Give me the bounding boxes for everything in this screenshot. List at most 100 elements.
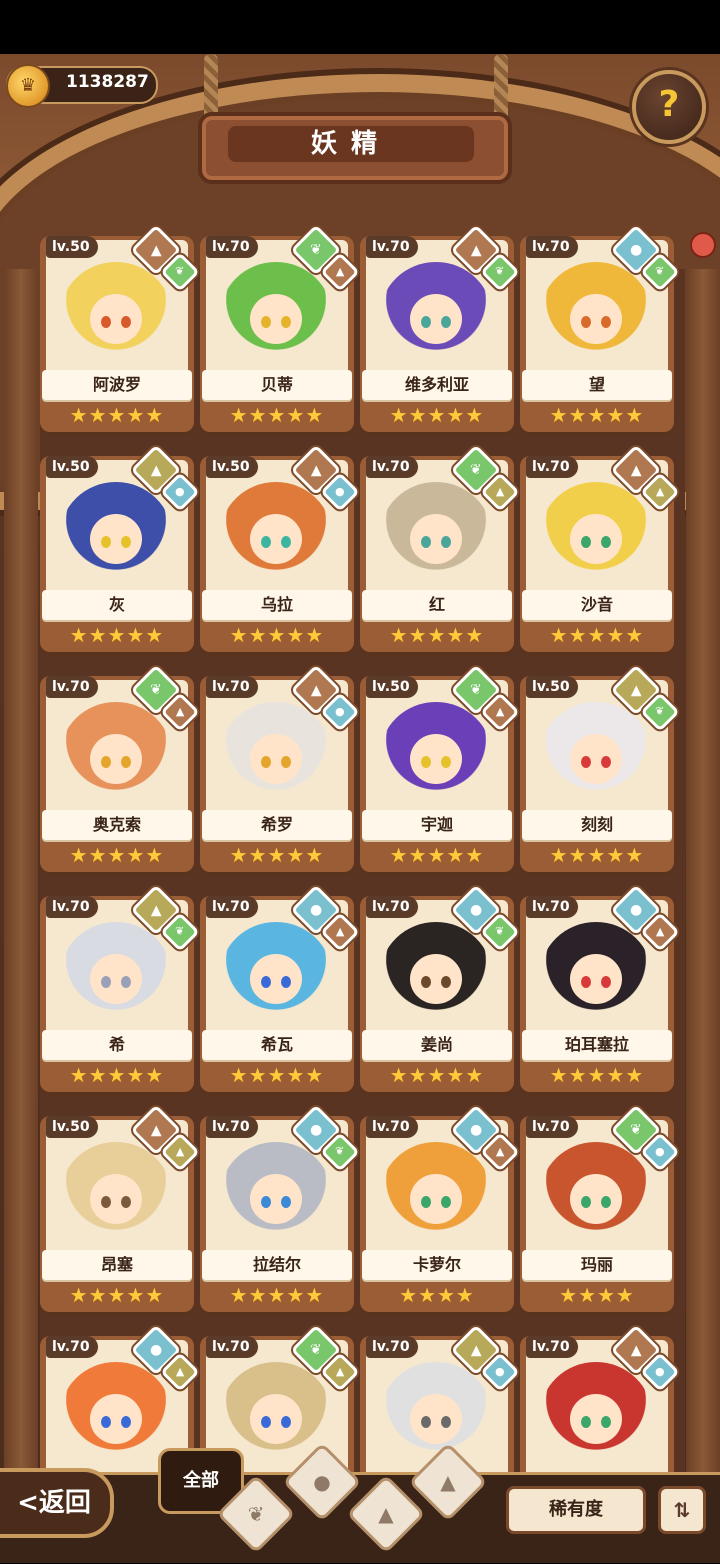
star-rating: ★★★★	[399, 1283, 475, 1307]
level-badge: lv.70	[366, 236, 418, 258]
fairy-card[interactable]: lv.70 ▲ ❦ 维多利亚 ★★★★★	[360, 224, 520, 432]
fairy-card[interactable]: lv.50 ▲ ▲ 昂塞 ★★★★★	[40, 1104, 200, 1312]
fairy-card[interactable]: lv.50 ▲ ● 灰 ★★★★★	[40, 444, 200, 652]
fairy-card[interactable]: lv.70 ▲ ❦ 希 ★★★★★	[40, 884, 200, 1092]
fairy-eye	[281, 1416, 291, 1428]
fairy-name: 珀耳塞拉	[522, 1030, 672, 1060]
rarity-sort-button[interactable]: 稀有度	[506, 1486, 646, 1534]
fairy-portrait	[380, 922, 492, 1030]
fairy-face	[570, 1174, 622, 1224]
fairy-portrait	[220, 482, 332, 590]
star-rating: ★★★★★	[229, 843, 325, 867]
fairy-name: 昂塞	[42, 1250, 192, 1280]
level-badge: lv.50	[46, 1116, 98, 1138]
fairy-portrait	[60, 262, 172, 370]
fairy-face	[570, 294, 622, 344]
fairy-portrait	[380, 482, 492, 590]
fairy-eye	[441, 316, 451, 328]
notification-dot	[690, 232, 716, 258]
level-badge: lv.50	[46, 456, 98, 478]
level-badge: lv.50	[526, 676, 578, 698]
fairy-eye	[121, 1196, 131, 1208]
fairy-face	[410, 954, 462, 1004]
fairy-eye	[261, 756, 271, 768]
fairy-eye	[281, 536, 291, 548]
fairy-face	[90, 1174, 142, 1224]
fairy-card[interactable]: lv.50 ▲ ❦ 刻刻 ★★★★★	[520, 664, 680, 872]
fairy-card[interactable]: lv.70 ● ▲ 希瓦 ★★★★★	[200, 884, 360, 1092]
star-rating: ★★★★★	[69, 623, 165, 647]
star-rating: ★★★★★	[549, 403, 645, 427]
fairy-name: 拉结尔	[202, 1250, 352, 1280]
fairy-face	[410, 734, 462, 784]
fairy-card[interactable]: lv.70 ● ❦ 望 ★★★★★	[520, 224, 680, 432]
fairy-portrait	[60, 482, 172, 590]
fairy-card[interactable]: lv.70 ❦ ▲ 贝蒂 ★★★★★	[200, 224, 360, 432]
level-badge: lv.70	[366, 456, 418, 478]
fairy-eye	[101, 536, 111, 548]
fairy-name: 沙音	[522, 590, 672, 620]
fairy-face	[410, 1394, 462, 1444]
fairy-portrait	[380, 262, 492, 370]
fairy-card[interactable]: lv.70 ● ▲ 卡萝尔 ★★★★	[360, 1104, 520, 1312]
fairy-face	[250, 1174, 302, 1224]
fairy-eye	[261, 976, 271, 988]
back-button[interactable]: <返回	[0, 1468, 114, 1538]
fairy-card[interactable]: lv.70 ▲ ▲ 沙音 ★★★★★	[520, 444, 680, 652]
fairy-eye	[581, 1416, 591, 1428]
fairy-name: 奥克索	[42, 810, 192, 840]
level-badge: lv.70	[526, 1116, 578, 1138]
fairy-card[interactable]: lv.70 ▲ ● 希罗 ★★★★★	[200, 664, 360, 872]
fairy-eye	[601, 316, 611, 328]
fairy-eye	[121, 316, 131, 328]
fairy-eye	[281, 316, 291, 328]
fairy-eye	[421, 316, 431, 328]
level-badge: lv.50	[46, 236, 98, 258]
fairy-portrait	[540, 1362, 652, 1470]
star-rating: ★★★★★	[69, 403, 165, 427]
fairy-card[interactable]: lv.70 ● ▲ 珀耳塞拉 ★★★★★	[520, 884, 680, 1092]
fairy-card[interactable]: lv.70 ❦ ▲ 奥克索 ★★★★★	[40, 664, 200, 872]
fairy-face	[570, 734, 622, 784]
fairy-name: 红	[362, 590, 512, 620]
star-rating: ★★★★★	[389, 623, 485, 647]
fairy-name: 希瓦	[202, 1030, 352, 1060]
fairy-portrait	[220, 1142, 332, 1250]
fairy-eye	[101, 1416, 111, 1428]
level-badge: lv.70	[366, 896, 418, 918]
star-rating: ★★★★★	[69, 1283, 165, 1307]
star-rating: ★★★★★	[389, 1063, 485, 1087]
star-rating: ★★★★★	[389, 843, 485, 867]
star-rating: ★★★★★	[549, 843, 645, 867]
star-rating: ★★★★★	[229, 1283, 325, 1307]
fairy-face	[90, 734, 142, 784]
fairy-card[interactable]: lv.70 ❦ ● 玛丽 ★★★★	[520, 1104, 680, 1312]
fairy-name: 贝蒂	[202, 370, 352, 400]
fairy-face	[250, 514, 302, 564]
fairy-card[interactable]: lv.70 ❦ ▲ 红 ★★★★★	[360, 444, 520, 652]
fairy-portrait	[220, 262, 332, 370]
fairy-eye	[601, 1196, 611, 1208]
fairy-card[interactable]: lv.50 ▲ ❦ 阿波罗 ★★★★★	[40, 224, 200, 432]
left-post	[4, 269, 38, 1560]
level-badge: lv.70	[206, 896, 258, 918]
fairy-eye	[101, 1196, 111, 1208]
fairy-card[interactable]: lv.50 ❦ ▲ 宇迦 ★★★★★	[360, 664, 520, 872]
question-icon: ?	[658, 84, 680, 125]
level-badge: lv.70	[366, 1336, 418, 1358]
fairy-name: 姜尚	[362, 1030, 512, 1060]
fairy-eye	[441, 536, 451, 548]
coin-icon: ♛	[6, 64, 50, 108]
fairy-card[interactable]: lv.70 ● ❦ 姜尚 ★★★★★	[360, 884, 520, 1092]
fairy-card[interactable]: lv.70 ● ❦ 拉结尔 ★★★★★	[200, 1104, 360, 1312]
sort-order-button[interactable]: ⇅	[658, 1486, 706, 1534]
right-post	[686, 269, 720, 1560]
fairy-card[interactable]: lv.50 ▲ ● 乌拉 ★★★★★	[200, 444, 360, 652]
fairy-portrait	[540, 702, 652, 810]
fairy-face	[570, 954, 622, 1004]
help-button[interactable]: ?	[632, 70, 706, 144]
fairy-name: 维多利亚	[362, 370, 512, 400]
fairy-portrait	[540, 922, 652, 1030]
fairy-eye	[421, 1196, 431, 1208]
leaf-icon: ❦	[247, 1502, 265, 1526]
